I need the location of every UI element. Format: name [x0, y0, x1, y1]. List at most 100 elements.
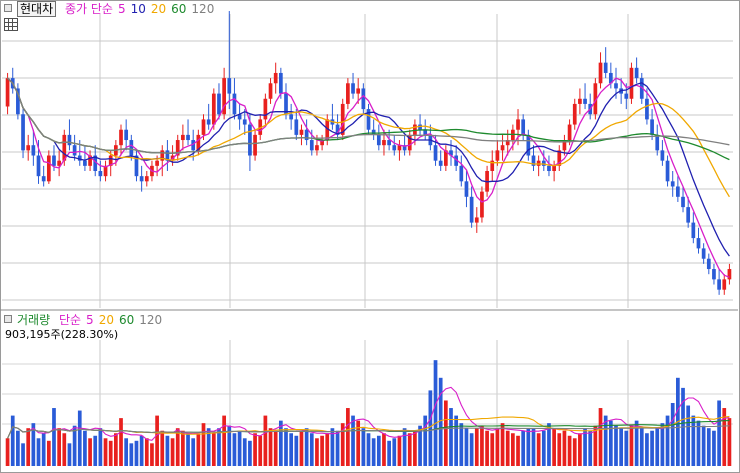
volume-bar	[557, 433, 562, 466]
candle-body	[712, 269, 716, 280]
volume-bar	[88, 438, 92, 466]
candle-body	[52, 155, 56, 166]
volume-bar	[98, 428, 103, 466]
vol-legend-ma120: 120	[139, 313, 163, 327]
volume-bar	[237, 430, 242, 466]
volume-bar	[150, 443, 154, 466]
volume-bar	[26, 428, 31, 466]
volume-bar	[588, 430, 593, 466]
volume-bar	[639, 428, 644, 466]
candle-body	[541, 160, 546, 166]
volume-bar	[268, 428, 273, 466]
candle-body	[717, 279, 721, 290]
volume-bar	[516, 435, 520, 466]
candle-body	[722, 279, 727, 290]
volume-bar	[691, 415, 696, 466]
volume-readout: 903,195주(228.30%)	[5, 328, 119, 341]
volume-bar	[278, 420, 283, 466]
candle-body	[227, 78, 232, 94]
candle-body	[583, 98, 587, 104]
candle-body	[459, 165, 464, 182]
volume-bar	[578, 433, 582, 466]
volume-bar	[500, 423, 505, 466]
volume-bar	[598, 408, 603, 466]
volume-bar	[294, 435, 299, 466]
volume-bar	[10, 415, 15, 466]
vol-legend-ma60: 60	[118, 313, 135, 327]
volume-bar	[392, 438, 397, 466]
candle-body	[268, 83, 273, 99]
volume-bar	[541, 430, 546, 466]
candle-body	[500, 145, 505, 151]
price-chart[interactable]	[0, 0, 740, 473]
legend-ma60: 60	[171, 2, 187, 16]
volume-bar	[371, 438, 376, 466]
candle-body	[217, 93, 221, 115]
volume-bar	[41, 433, 46, 466]
volume-bar	[407, 433, 412, 466]
candle-body	[438, 160, 443, 166]
candle-body	[5, 78, 10, 107]
candle-body	[294, 119, 299, 135]
volume-bar	[309, 433, 314, 466]
candle-body	[701, 248, 706, 259]
volume-bar	[511, 433, 515, 466]
volume-bar	[650, 430, 654, 466]
candle-body	[624, 93, 629, 99]
candle-body	[660, 150, 665, 161]
price-ma-label: 종가 단순	[64, 2, 113, 16]
volume-bar	[376, 435, 381, 466]
stock-name-button[interactable]: 현대차	[17, 1, 57, 17]
candle-body	[629, 67, 634, 99]
volume-bar	[397, 435, 402, 466]
candle-body	[119, 129, 123, 146]
volume-bar	[36, 438, 41, 466]
candle-body	[706, 258, 711, 270]
volume-bar	[572, 438, 577, 466]
legend-ma20: 20	[150, 2, 167, 16]
volume-bar	[119, 418, 123, 466]
volume-bar	[717, 400, 721, 466]
candle-body	[98, 171, 103, 177]
volume-bar	[490, 433, 495, 466]
volume-bar	[21, 443, 25, 466]
candle-body	[547, 165, 551, 171]
candle-body	[567, 124, 572, 141]
candle-body	[392, 145, 397, 151]
volume-bar	[52, 408, 56, 466]
candle-body	[67, 134, 72, 146]
volume-bar	[320, 435, 324, 466]
volume-bar	[83, 430, 87, 466]
volume-bar	[196, 433, 201, 466]
table-grid-icon[interactable]	[4, 18, 18, 31]
candle-body	[598, 62, 603, 84]
volume-bar	[402, 428, 407, 466]
candle-body	[232, 93, 237, 115]
volume-bar	[325, 433, 330, 466]
candle-body	[41, 176, 46, 182]
volume-legend: 거래량 단순 5 20 60 120	[4, 313, 167, 327]
volume-bar	[273, 430, 278, 466]
volume-bar	[232, 433, 237, 466]
volume-bar	[144, 438, 149, 466]
candle-body	[578, 98, 582, 104]
volume-bar	[433, 360, 438, 466]
candle-body	[46, 155, 51, 182]
vol-legend-ma5: 5	[86, 313, 94, 327]
candle-body	[645, 98, 649, 120]
candle-body	[516, 119, 520, 130]
volume-ma-label: 단순	[58, 313, 82, 327]
candle-body	[650, 119, 654, 135]
candle-body	[36, 155, 41, 177]
candle-body	[351, 83, 355, 94]
volume-bar	[449, 408, 453, 466]
candle-body	[603, 62, 608, 73]
candle-body	[727, 269, 732, 280]
candle-body	[346, 83, 350, 104]
candle-body	[356, 88, 361, 94]
candle-body	[655, 134, 660, 151]
candle-body	[299, 129, 304, 135]
volume-bar	[222, 415, 226, 466]
candle-body	[681, 196, 685, 208]
volume-name-label: 거래량	[17, 313, 51, 327]
